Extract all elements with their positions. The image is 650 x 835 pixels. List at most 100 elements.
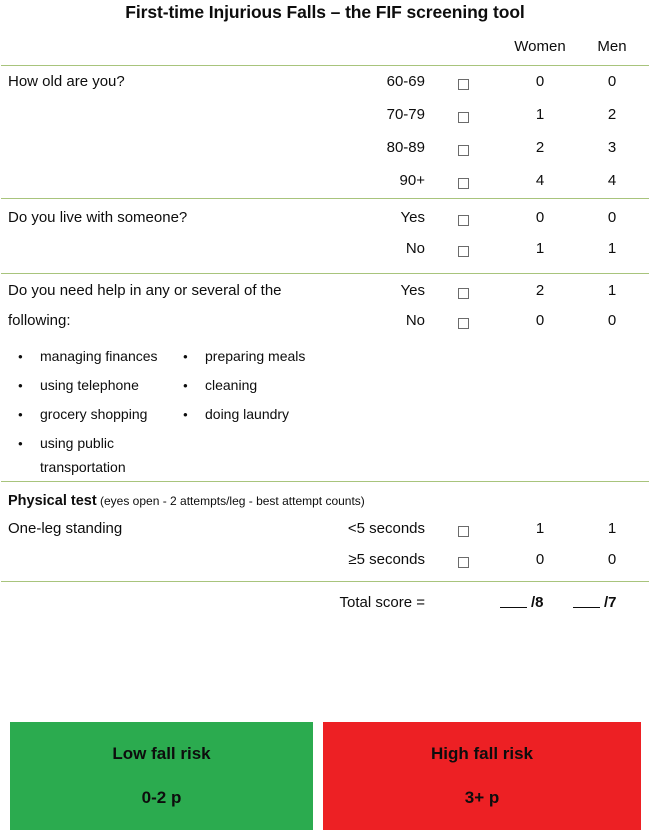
score-men: 0 <box>607 312 617 329</box>
score-women: 1 <box>535 106 545 123</box>
total-score-women-input[interactable] <box>500 594 527 608</box>
low-fall-risk-points: 0-2 p <box>141 788 182 807</box>
score-men: 3 <box>607 139 617 156</box>
list-item: • managing finances <box>18 346 158 366</box>
score-men: 2 <box>607 106 617 123</box>
physical-test-title: Physical test <box>8 493 97 509</box>
list-item-label: using telephone <box>40 377 139 393</box>
total-score-women-denominator: /8 <box>531 594 544 611</box>
physical-test-heading: Physical test (eyes open - 2 attempts/le… <box>0 482 650 514</box>
table-row: One-leg standing <5 seconds 1 1 <box>0 514 650 548</box>
checkbox-cell[interactable] <box>455 523 471 541</box>
score-women: 0 <box>535 312 545 329</box>
high-fall-risk-box: High fall risk 3+ p <box>323 722 641 830</box>
low-fall-risk-box: Low fall risk 0-2 p <box>10 722 313 830</box>
checkbox-cell[interactable] <box>455 109 471 127</box>
question-label: How old are you? <box>8 73 125 90</box>
checkbox-empty-icon[interactable] <box>457 112 469 124</box>
option-label: 60-69 <box>386 73 425 90</box>
checkbox-cell[interactable] <box>455 243 471 261</box>
checkbox-cell[interactable] <box>455 76 471 94</box>
low-fall-risk-title: Low fall risk <box>112 744 211 763</box>
question-label: One-leg standing <box>8 520 123 537</box>
list-item-label: preparing meals <box>205 348 306 364</box>
list-item-label: doing laundry <box>205 406 290 422</box>
checkbox-empty-icon[interactable] <box>457 526 469 538</box>
bullet-dot-icon: • <box>18 436 23 451</box>
list-item-label: cleaning <box>205 377 258 393</box>
bullet-dot-icon: • <box>183 349 188 364</box>
checkbox-empty-icon[interactable] <box>457 178 469 190</box>
score-women: 0 <box>535 73 545 90</box>
option-label: No <box>405 240 425 257</box>
table-row: Do you need help in any or several of th… <box>0 274 650 308</box>
checkbox-empty-icon[interactable] <box>457 318 469 330</box>
bullet-dot-icon: • <box>18 407 23 422</box>
checkbox-empty-icon[interactable] <box>457 145 469 157</box>
option-label: Yes <box>400 282 425 299</box>
checkbox-cell[interactable] <box>455 285 471 303</box>
column-header-women: Women <box>514 38 566 55</box>
question-label-line2: following: <box>8 312 71 329</box>
option-label: 70-79 <box>386 106 425 123</box>
checkbox-empty-icon[interactable] <box>457 288 469 300</box>
option-label: No <box>405 312 425 329</box>
total-score-men-input[interactable] <box>573 594 600 608</box>
list-item: • using public <box>18 433 114 453</box>
list-item-continuation: transportation <box>40 459 126 475</box>
bullet-dot-icon: • <box>183 407 188 422</box>
checkbox-empty-icon[interactable] <box>457 557 469 569</box>
checkbox-cell[interactable] <box>455 315 471 333</box>
score-men: 4 <box>607 172 617 189</box>
high-fall-risk-title: High fall risk <box>430 744 534 763</box>
list-item-label: using public <box>40 435 114 451</box>
total-score-label: Total score = <box>339 594 425 611</box>
checkbox-empty-icon[interactable] <box>457 215 469 227</box>
checkbox-cell[interactable] <box>455 142 471 160</box>
total-score-men-denominator: /7 <box>604 594 617 611</box>
iadl-bullet-list: • managing finances • using telephone • gr… <box>0 344 650 481</box>
bullet-dot-icon: • <box>183 378 188 393</box>
section-help-needed: Do you need help in any or several of th… <box>0 274 650 481</box>
score-men: 0 <box>607 551 617 568</box>
score-women: 0 <box>535 551 545 568</box>
total-score-women[interactable]: /8 <box>500 594 544 611</box>
risk-legend: Low fall risk 0-2 p High fall risk 3+ p <box>0 722 650 830</box>
table-row: ≥5 seconds 0 0 <box>0 548 650 581</box>
list-item: • cleaning <box>183 375 257 395</box>
checkbox-empty-icon[interactable] <box>457 79 469 91</box>
table-row: 80-89 2 3 <box>0 132 650 165</box>
section-living-situation: Do you live with someone? Yes 0 0 No 1 1 <box>0 199 650 273</box>
score-women: 1 <box>535 240 545 257</box>
score-women: 4 <box>535 172 545 189</box>
table-row: 90+ 4 4 <box>0 165 650 198</box>
option-label: Yes <box>400 209 425 226</box>
score-women: 2 <box>535 139 545 156</box>
list-item: • grocery shopping <box>18 404 147 424</box>
checkbox-cell[interactable] <box>455 175 471 193</box>
option-label: <5 seconds <box>347 520 425 537</box>
table-row: following: No 0 0 <box>0 308 650 344</box>
checkbox-cell[interactable] <box>455 554 471 572</box>
list-item: • preparing meals <box>183 346 305 366</box>
option-label: ≥5 seconds <box>348 551 425 568</box>
score-women: 1 <box>535 520 545 537</box>
checkbox-cell[interactable] <box>455 212 471 230</box>
table-row: 70-79 1 2 <box>0 99 650 132</box>
score-men: 1 <box>607 282 617 299</box>
section-age: How old are you? 60-69 0 0 70-79 1 2 80-… <box>0 66 650 198</box>
checkbox-empty-icon[interactable] <box>457 246 469 258</box>
option-label: 80-89 <box>386 139 425 156</box>
score-women: 2 <box>535 282 545 299</box>
total-score-men[interactable]: /7 <box>573 594 617 611</box>
high-fall-risk-points: 3+ p <box>464 788 500 807</box>
section-physical-test: Physical test (eyes open - 2 attempts/le… <box>0 482 650 581</box>
question-label: Do you live with someone? <box>8 209 188 226</box>
bullet-dot-icon: • <box>18 378 23 393</box>
total-score-row: Total score = /8 /7 <box>0 582 650 626</box>
table-row: Do you live with someone? Yes 0 0 <box>0 199 650 235</box>
table-row: No 1 1 <box>0 235 650 273</box>
question-label-line1: Do you need help in any or several of th… <box>8 282 282 299</box>
table-row: How old are you? 60-69 0 0 <box>0 66 650 99</box>
list-item-label: managing finances <box>40 348 158 364</box>
